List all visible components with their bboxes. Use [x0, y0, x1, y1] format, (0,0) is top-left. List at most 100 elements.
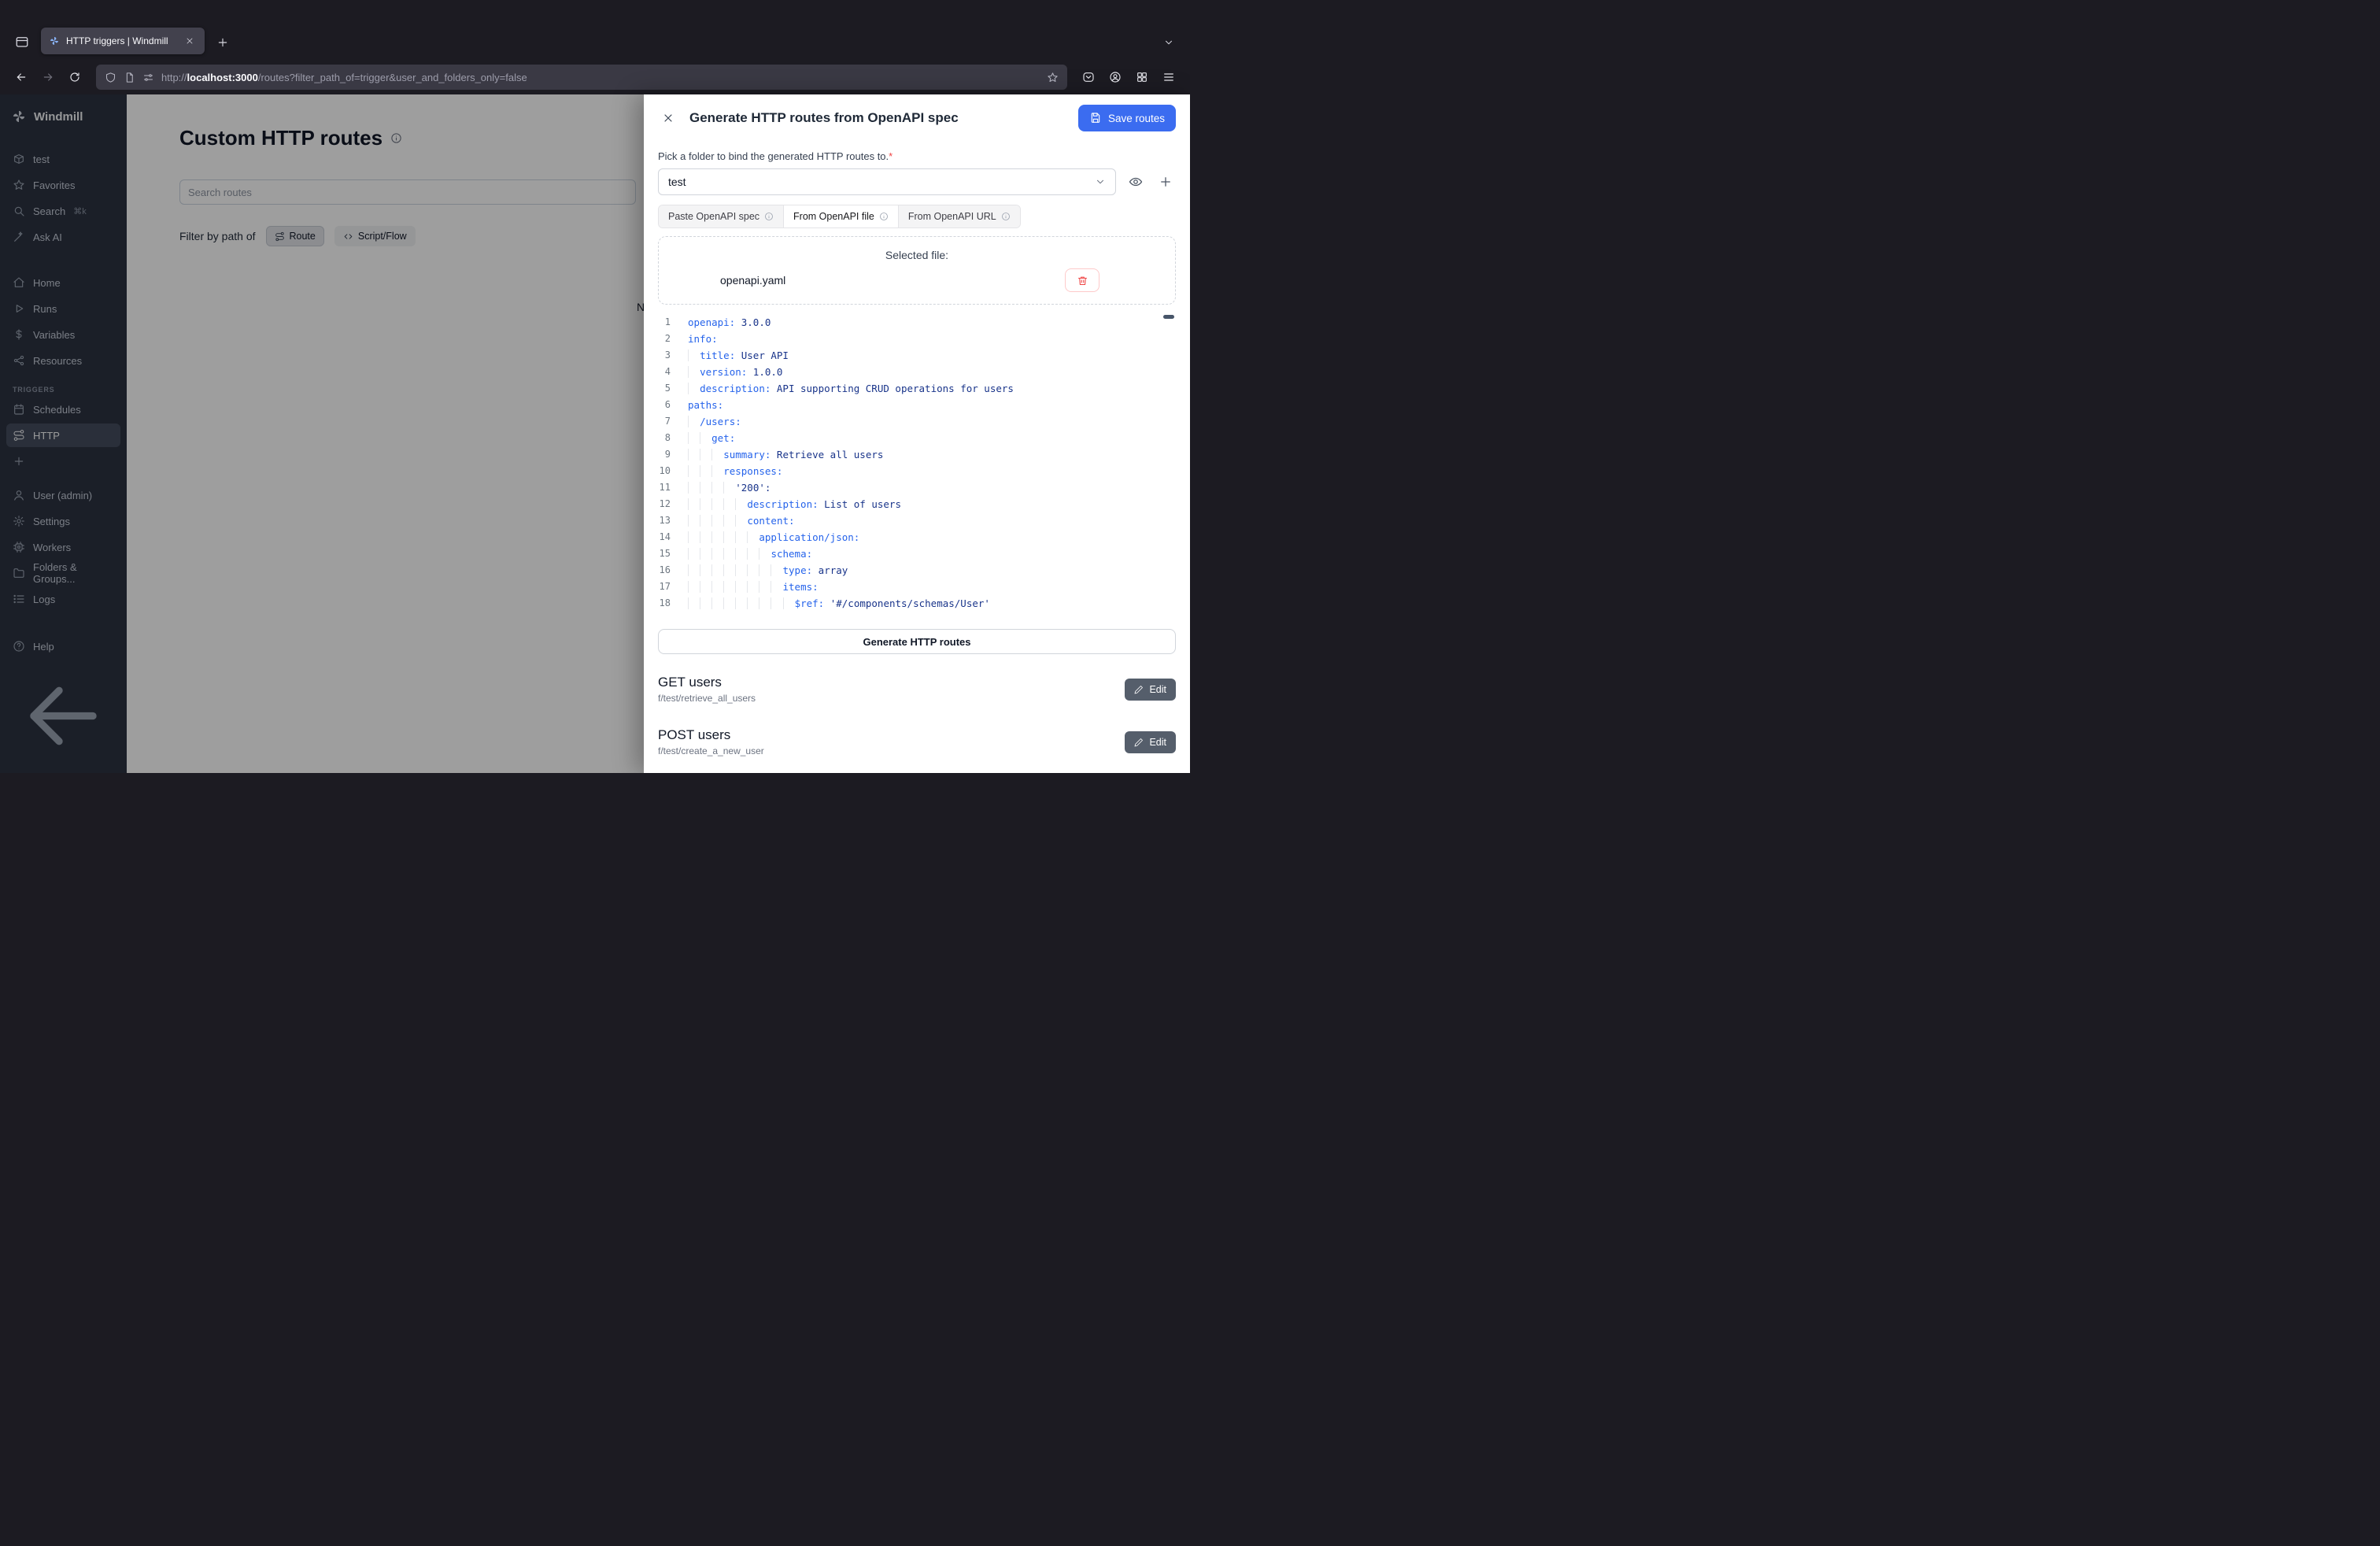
- code-line[interactable]: 14 application/json:: [658, 529, 1176, 546]
- info-icon: [764, 212, 774, 221]
- tab-from-openapi-file[interactable]: From OpenAPI file: [784, 205, 899, 227]
- close-icon: [185, 36, 194, 46]
- permissions-icon[interactable]: [142, 72, 154, 83]
- windmill-favicon: [49, 35, 60, 46]
- app-area: Windmill test Favorites Search ⌘k: [0, 94, 1190, 773]
- firefox-view-button[interactable]: [9, 29, 35, 54]
- line-content: summary: Retrieve all users: [688, 446, 883, 463]
- route-path: f/test/retrieve_all_users: [658, 693, 756, 704]
- tab-paste-openapi-spec[interactable]: Paste OpenAPI spec: [659, 205, 784, 227]
- line-content: application/json:: [688, 529, 859, 546]
- selected-file-heading: Selected file:: [659, 249, 1175, 261]
- trash-icon: [1077, 275, 1088, 287]
- route-title: POST users: [658, 727, 764, 743]
- chevron-down-icon: [1163, 37, 1174, 48]
- bookmark-star-icon[interactable]: [1047, 72, 1059, 83]
- line-number: 15: [658, 546, 671, 562]
- folder-select[interactable]: test: [658, 168, 1116, 195]
- account-button[interactable]: [1103, 65, 1127, 89]
- drawer-close-button[interactable]: [658, 108, 678, 128]
- list-tabs-button[interactable]: [1157, 31, 1181, 54]
- url-bar[interactable]: http://localhost:3000/routes?filter_path…: [96, 65, 1067, 90]
- extensions-button[interactable]: [1130, 65, 1154, 89]
- code-line[interactable]: 10 responses:: [658, 463, 1176, 479]
- line-content: '200':: [688, 479, 771, 496]
- tab-close-button[interactable]: [183, 34, 197, 48]
- line-content: $ref: '#/components/schemas/User': [688, 595, 990, 612]
- code-line[interactable]: 15 schema:: [658, 546, 1176, 562]
- line-content: /users:: [688, 413, 741, 430]
- shield-icon[interactable]: [105, 72, 116, 83]
- code-line[interactable]: 17 items:: [658, 579, 1176, 595]
- editor-scrollbar-thumb[interactable]: [1163, 315, 1174, 319]
- edit-route-button[interactable]: Edit: [1125, 679, 1176, 701]
- code-line[interactable]: 12 description: List of users: [658, 496, 1176, 512]
- code-line[interactable]: 6paths:: [658, 397, 1176, 413]
- line-number: 3: [658, 347, 671, 364]
- edit-label: Edit: [1149, 684, 1166, 695]
- view-folder-button[interactable]: [1125, 172, 1146, 192]
- edit-route-button[interactable]: Edit: [1125, 731, 1176, 753]
- page-info-icon[interactable]: [124, 72, 135, 83]
- code-line[interactable]: 16 type: array: [658, 562, 1176, 579]
- eye-icon: [1129, 175, 1143, 189]
- line-content: type: array: [688, 562, 848, 579]
- browser-toolbar: http://localhost:3000/routes?filter_path…: [0, 60, 1190, 94]
- line-number: 14: [658, 529, 671, 546]
- code-line[interactable]: 3 title: User API: [658, 347, 1176, 364]
- code-line[interactable]: 8 get:: [658, 430, 1176, 446]
- new-tab-button[interactable]: [211, 31, 235, 54]
- code-line[interactable]: 4 version: 1.0.0: [658, 364, 1176, 380]
- code-line[interactable]: 9 summary: Retrieve all users: [658, 446, 1176, 463]
- folder-field-label: Pick a folder to bind the generated HTTP…: [658, 150, 1176, 162]
- code-line[interactable]: 7 /users:: [658, 413, 1176, 430]
- line-content: items:: [688, 579, 819, 595]
- url-text: http://localhost:3000/routes?filter_path…: [161, 72, 527, 83]
- reload-icon: [68, 71, 81, 83]
- line-number: 5: [658, 380, 671, 397]
- line-number: 17: [658, 579, 671, 595]
- forward-button[interactable]: [36, 65, 60, 89]
- line-number: 12: [658, 496, 671, 512]
- code-line[interactable]: 1openapi: 3.0.0: [658, 314, 1176, 331]
- line-number: 9: [658, 446, 671, 463]
- code-line[interactable]: 18 $ref: '#/components/schemas/User': [658, 595, 1176, 612]
- pencil-icon: [1134, 685, 1144, 694]
- pocket-button[interactable]: [1077, 65, 1100, 89]
- chevron-down-icon: [1095, 176, 1106, 187]
- line-number: 2: [658, 331, 671, 347]
- code-line[interactable]: 11 '200':: [658, 479, 1176, 496]
- remove-file-button[interactable]: [1065, 268, 1099, 292]
- code-line[interactable]: 2info:: [658, 331, 1176, 347]
- drawer-title: Generate HTTP routes from OpenAPI spec: [689, 110, 1067, 126]
- url-path: /routes?filter_path_of=trigger&user_and_…: [258, 72, 527, 83]
- code-line[interactable]: 5 description: API supporting CRUD opera…: [658, 380, 1176, 397]
- generate-http-routes-button[interactable]: Generate HTTP routes: [658, 629, 1176, 654]
- extensions-icon: [1136, 71, 1148, 83]
- line-number: 7: [658, 413, 671, 430]
- selected-file-name: openapi.yaml: [720, 274, 785, 287]
- code-editor-lines: 1openapi: 3.0.02info:3 title: User API4 …: [658, 314, 1176, 612]
- hamburger-menu-icon: [1162, 71, 1175, 83]
- back-button[interactable]: [9, 65, 33, 89]
- add-folder-button[interactable]: [1155, 172, 1176, 192]
- reload-button[interactable]: [63, 65, 87, 89]
- line-content: title: User API: [688, 347, 789, 364]
- save-routes-button[interactable]: Save routes: [1078, 105, 1176, 131]
- menu-button[interactable]: [1157, 65, 1181, 89]
- url-host: localhost:3000: [187, 72, 258, 83]
- browser-tab[interactable]: HTTP triggers | Windmill: [41, 28, 205, 54]
- tab-from-openapi-url[interactable]: From OpenAPI URL: [899, 205, 1020, 227]
- folder-select-value: test: [668, 176, 686, 188]
- forward-arrow-icon: [42, 71, 54, 83]
- generated-route-row: POST users f/test/create_a_new_user Edit: [658, 727, 1176, 756]
- line-number: 1: [658, 314, 671, 331]
- pocket-icon: [1082, 71, 1095, 83]
- route-title: GET users: [658, 675, 756, 690]
- url-scheme: http://: [161, 72, 187, 83]
- tab-title: HTTP triggers | Windmill: [66, 35, 176, 46]
- code-line[interactable]: 13 content:: [658, 512, 1176, 529]
- code-editor[interactable]: 1openapi: 3.0.02info:3 title: User API4 …: [658, 314, 1176, 616]
- info-icon: [1001, 212, 1011, 221]
- line-content: description: API supporting CRUD operati…: [688, 380, 1014, 397]
